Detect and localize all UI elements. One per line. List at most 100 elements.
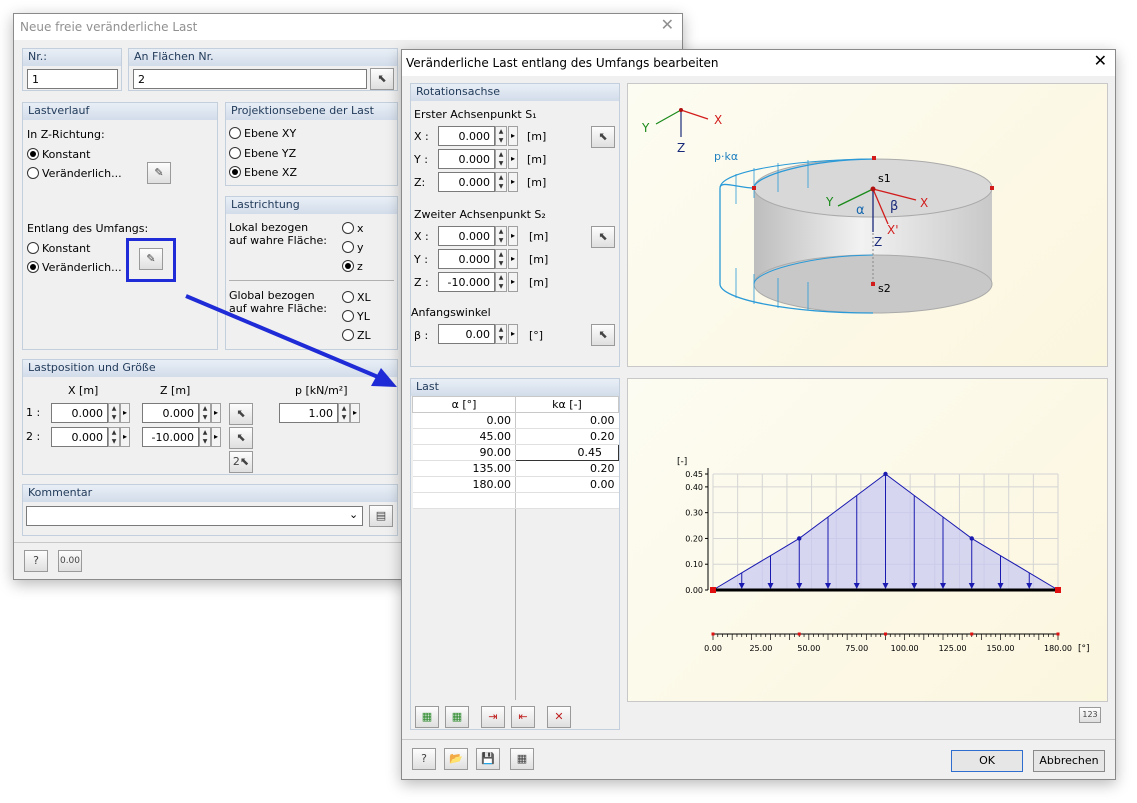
x-tick-label: 100.00	[891, 644, 919, 653]
s2y-spinner[interactable]: ▲ ▼	[495, 249, 507, 269]
y-tick-label: 0.10	[685, 560, 703, 569]
chart-panel: 0.00 0.10 0.20 0.30 0.40 0.45 [-] 0.00 25.00 50.0…	[627, 378, 1108, 723]
table-row[interactable]	[412, 492, 619, 509]
unit-label: [°]	[529, 329, 544, 342]
cell-k[interactable]: 0.00	[515, 412, 619, 429]
alpha-label: α	[856, 203, 865, 218]
window-title: Veränderliche Last entlang des Umfangs b…	[406, 56, 719, 70]
s1z-arrow[interactable]: ▸	[508, 172, 518, 192]
ruler-marker	[970, 632, 974, 636]
s1z-spinner[interactable]: ▲ ▼	[495, 172, 507, 192]
cell-alpha[interactable]	[412, 492, 516, 509]
ruler-marker	[797, 632, 801, 636]
table-row[interactable]: 180.00 0.00	[412, 476, 619, 493]
beta-label: β :	[414, 329, 429, 342]
clear-table-button[interactable]: ✕	[547, 706, 571, 728]
cell-k-editing[interactable]: 0.45	[515, 444, 619, 461]
x-tick-label: 0.00	[704, 644, 722, 653]
insert-row-button[interactable]: ⇥	[481, 706, 505, 728]
dialog-umfang-last: Veränderliche Last entlang des Umfangs b…	[401, 49, 1116, 780]
s2z-input[interactable]: -10.000	[438, 272, 495, 292]
group-rotationsachse: Rotationsachse Erster Achsenpunkt S₁ X :…	[410, 83, 620, 367]
rotationsachse-title: Rotationsachse	[411, 84, 619, 101]
cell-alpha[interactable]: 180.00	[412, 476, 516, 493]
beta-spinner[interactable]: ▲ ▼	[495, 324, 507, 344]
axis-z-label: Z	[677, 141, 685, 155]
s2y-arrow[interactable]: ▸	[508, 249, 518, 269]
cell-k[interactable]	[515, 492, 619, 509]
chart-values-button[interactable]: 123	[1079, 707, 1101, 723]
cell-k[interactable]: 0.20	[515, 460, 619, 477]
x-tick-label: 180.00	[1044, 644, 1072, 653]
table-row[interactable]: 45.00 0.20	[412, 428, 619, 445]
pick-s2-button[interactable]: ⬉	[591, 226, 615, 248]
cell-k[interactable]: 0.00	[515, 476, 619, 493]
beta-arrow[interactable]: ▸	[508, 324, 518, 344]
unit-label: [m]	[527, 130, 547, 143]
s2-label: Zweiter Achsenpunkt S₂	[414, 208, 546, 221]
data-point	[797, 536, 802, 541]
x-tick-label: 75.00	[845, 644, 868, 653]
s2x-arrow[interactable]: ▸	[508, 226, 518, 246]
local-x-label: X	[920, 196, 928, 210]
anfangswinkel-label: Anfangswinkel	[411, 306, 491, 319]
support-left	[710, 587, 716, 593]
axis-y-label: Y	[641, 121, 650, 135]
calculator-button[interactable]: ▦	[510, 748, 534, 770]
y-tick-label: 0.30	[685, 509, 703, 518]
s1y-input[interactable]: 0.000	[438, 149, 495, 169]
pk-label: p·kα	[714, 150, 738, 163]
cancel-button[interactable]: Abbrechen	[1033, 750, 1105, 772]
ruler-marker	[884, 632, 887, 636]
export-excel-button[interactable]: ▦	[445, 706, 469, 728]
axis-x-label: X	[714, 113, 722, 127]
help-button[interactable]: ?	[412, 748, 436, 770]
delete-row-button[interactable]: ⇤	[511, 706, 535, 728]
cell-alpha[interactable]: 45.00	[412, 428, 516, 445]
x-tick-label: 150.00	[987, 644, 1015, 653]
x-tick-label: 125.00	[939, 644, 967, 653]
close-icon[interactable]: ✕	[1094, 53, 1107, 69]
cell-alpha[interactable]: 135.00	[412, 460, 516, 477]
table-row[interactable]: 135.00 0.20	[412, 460, 619, 477]
beta-input[interactable]: 0.00	[438, 324, 495, 344]
import-excel-button[interactable]: ▦	[415, 706, 439, 728]
save-file-button[interactable]: 💾	[476, 748, 500, 770]
s1x-arrow[interactable]: ▸	[508, 126, 518, 146]
ruler-marker	[711, 632, 715, 636]
cell-alpha[interactable]: 90.00	[412, 444, 516, 461]
cell-k[interactable]: 0.20	[515, 428, 619, 445]
s2x-spinner[interactable]: ▲ ▼	[495, 226, 507, 246]
s2y-label: Y :	[414, 253, 428, 266]
global-axes: X Y Z	[641, 108, 722, 155]
last-title: Last	[411, 379, 619, 396]
s1x-input[interactable]: 0.000	[438, 126, 495, 146]
y-tick-label: 0.00	[685, 586, 703, 595]
s2x-input[interactable]: 0.000	[438, 226, 495, 246]
local-y-label: Y	[825, 195, 834, 209]
s2z-spinner[interactable]: ▲ ▼	[495, 272, 507, 292]
s1y-spinner[interactable]: ▲ ▼	[495, 149, 507, 169]
pick-angle-button[interactable]: ⬉	[591, 324, 615, 346]
s1x-spinner[interactable]: ▲ ▼	[495, 126, 507, 146]
unit-label: [m]	[529, 230, 549, 243]
open-file-button[interactable]: 📂	[444, 748, 468, 770]
table-row[interactable]: 0.00 0.00	[412, 412, 619, 429]
col-k-header: kα [-]	[515, 396, 619, 413]
s2z-arrow[interactable]: ▸	[508, 272, 518, 292]
last-table: α [°] kα [-] 0.00 0.00 45.00 0.20 90.00 0.45…	[412, 396, 619, 509]
x-tick-label: 50.00	[797, 644, 820, 653]
local-xp-label: X'	[887, 223, 899, 237]
s1-point-label: s1	[878, 172, 891, 185]
load-chart: 0.00 0.10 0.20 0.30 0.40 0.45 [-] 0.00 25.00 50.0…	[677, 457, 1090, 654]
pick-s1-button[interactable]: ⬉	[591, 126, 615, 148]
s1y-arrow[interactable]: ▸	[508, 149, 518, 169]
data-point	[883, 471, 888, 477]
table-row[interactable]: 90.00 0.45	[412, 444, 619, 461]
s2y-input[interactable]: 0.000	[438, 249, 495, 269]
ok-button[interactable]: OK	[951, 750, 1023, 772]
col-alpha-header: α [°]	[412, 396, 516, 413]
cell-alpha[interactable]: 0.00	[412, 412, 516, 429]
s1z-input[interactable]: 0.000	[438, 172, 495, 192]
s2x-label: X :	[414, 230, 429, 243]
